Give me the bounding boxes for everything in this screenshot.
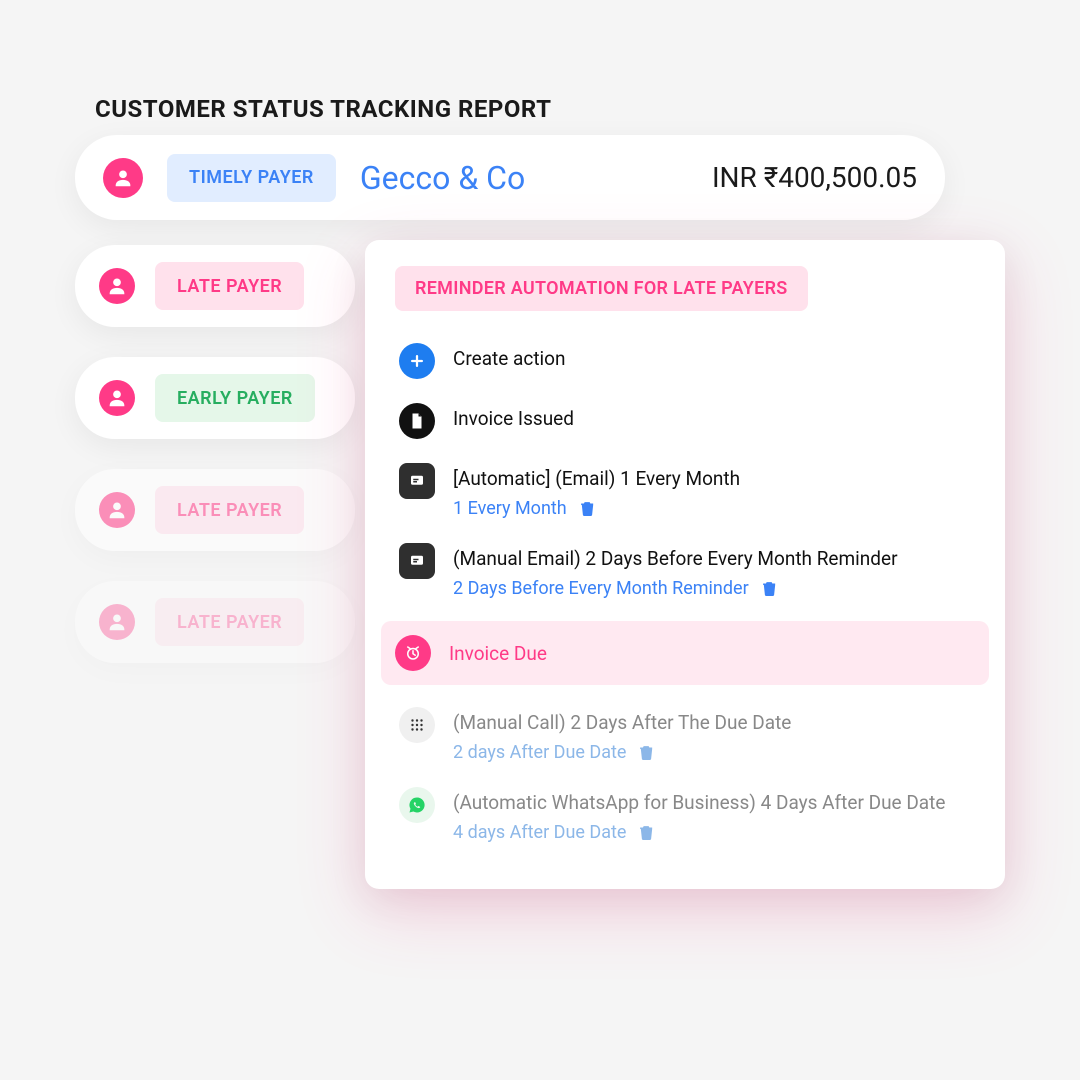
create-action-row[interactable]: Create action: [395, 331, 975, 391]
status-badge-late: LATE PAYER: [155, 262, 304, 310]
step-sublabel[interactable]: 2 days After Due Date: [453, 742, 626, 763]
panel-title: REMINDER AUTOMATION FOR LATE PAYERS: [395, 266, 808, 311]
message-icon: [399, 463, 435, 499]
invoice-issued-label: Invoice Issued: [453, 407, 971, 430]
reminder-step[interactable]: (Manual Email) 2 Days Before Every Month…: [395, 531, 975, 611]
status-badge-early: EARLY PAYER: [155, 374, 315, 422]
reminder-panel: REMINDER AUTOMATION FOR LATE PAYERS Crea…: [365, 240, 1005, 889]
trash-icon[interactable]: [638, 744, 655, 761]
avatar: [99, 380, 135, 416]
step-label: [Automatic] (Email) 1 Every Month: [453, 467, 971, 490]
reminder-step[interactable]: (Manual Call) 2 Days After The Due Date …: [395, 695, 975, 775]
status-row-list: LATE PAYER EARLY PAYER LATE PAYER LATE P…: [75, 245, 355, 663]
step-sublabel[interactable]: 4 days After Due Date: [453, 822, 626, 843]
step-label: (Manual Call) 2 Days After The Due Date: [453, 711, 971, 734]
keypad-icon: [399, 707, 435, 743]
status-badge-late: LATE PAYER: [155, 598, 304, 646]
page-title: CUSTOMER STATUS TRACKING REPORT: [95, 95, 551, 123]
trash-icon[interactable]: [579, 500, 596, 517]
trash-icon[interactable]: [761, 580, 778, 597]
customer-row[interactable]: LATE PAYER: [75, 581, 355, 663]
status-badge-timely: TIMELY PAYER: [167, 154, 336, 202]
step-label: (Automatic WhatsApp for Business) 4 Days…: [453, 791, 971, 814]
invoice-due-row[interactable]: Invoice Due: [381, 621, 989, 685]
alarm-icon: [395, 635, 431, 671]
company-name: Gecco & Co: [360, 159, 525, 197]
plus-icon: [399, 343, 435, 379]
trash-icon[interactable]: [638, 824, 655, 841]
step-sublabel[interactable]: 1 Every Month: [453, 498, 567, 519]
invoice-issued-row: Invoice Issued: [395, 391, 975, 451]
customer-row[interactable]: LATE PAYER: [75, 469, 355, 551]
avatar: [103, 158, 143, 198]
reminder-step[interactable]: (Automatic WhatsApp for Business) 4 Days…: [395, 775, 975, 855]
invoice-due-label: Invoice Due: [449, 642, 547, 665]
reminder-step[interactable]: [Automatic] (Email) 1 Every Month 1 Ever…: [395, 451, 975, 531]
amount: INR ₹400,500.05: [712, 161, 917, 194]
status-badge-late: LATE PAYER: [155, 486, 304, 534]
document-icon: [399, 403, 435, 439]
avatar: [99, 268, 135, 304]
avatar: [99, 604, 135, 640]
create-action-label: Create action: [453, 347, 971, 370]
message-icon: [399, 543, 435, 579]
customer-row[interactable]: LATE PAYER: [75, 245, 355, 327]
whatsapp-icon: [399, 787, 435, 823]
customer-row-featured[interactable]: TIMELY PAYER Gecco & Co INR ₹400,500.05: [75, 135, 945, 220]
step-label: (Manual Email) 2 Days Before Every Month…: [453, 547, 971, 570]
step-sublabel[interactable]: 2 Days Before Every Month Reminder: [453, 578, 749, 599]
avatar: [99, 492, 135, 528]
customer-row[interactable]: EARLY PAYER: [75, 357, 355, 439]
